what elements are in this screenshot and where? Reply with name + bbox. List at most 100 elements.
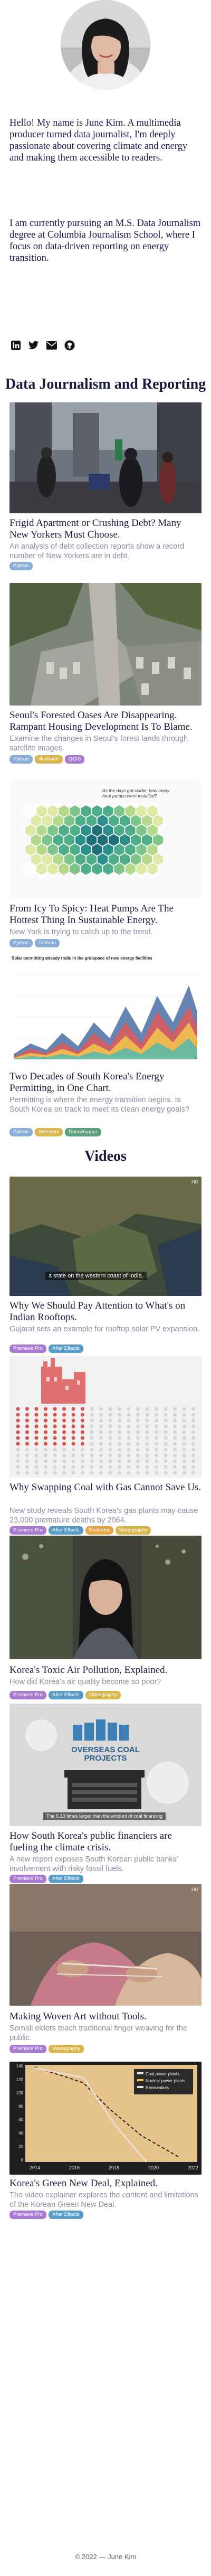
card-description: Somali elders teach traditional finger w… bbox=[9, 2024, 187, 2042]
card-title[interactable]: Why We Should Pay Attention to What's on… bbox=[9, 1300, 202, 1323]
linkedin-icon[interactable] bbox=[9, 339, 22, 352]
github-icon[interactable] bbox=[63, 339, 76, 352]
gray-dot bbox=[164, 1453, 168, 1458]
gray-dot bbox=[172, 1453, 177, 1458]
gray-dot bbox=[172, 1407, 177, 1411]
red-dot bbox=[62, 1407, 66, 1411]
gray-dot bbox=[154, 1459, 159, 1463]
gray-dot bbox=[164, 1418, 168, 1423]
gray-dot bbox=[117, 1436, 122, 1440]
gray-dot bbox=[90, 1459, 94, 1463]
gray-dot bbox=[53, 1471, 57, 1475]
card-title[interactable]: Making Woven Art without Tools. bbox=[9, 2011, 202, 2023]
card-thumbnail[interactable]: As the days got colder, how many heat pu… bbox=[9, 779, 202, 899]
card-title[interactable]: Why Swapping Coal with Gas Cannot Save U… bbox=[9, 1482, 202, 1493]
gray-dot bbox=[108, 1442, 112, 1446]
red-dot bbox=[80, 1442, 85, 1446]
card-title[interactable]: Korea's Green New Deal, Explained. bbox=[9, 2178, 202, 2189]
gray-dot bbox=[154, 1447, 159, 1452]
legend-label: Coal power plants bbox=[146, 2072, 179, 2076]
red-dot bbox=[71, 1436, 75, 1440]
card-thumbnail[interactable] bbox=[9, 583, 202, 706]
gray-dot bbox=[34, 1453, 39, 1458]
gray-dot bbox=[99, 1465, 103, 1469]
card-title[interactable]: Two Decades of South Korea's Energy Perm… bbox=[9, 1071, 202, 1094]
card-thumbnail[interactable] bbox=[9, 402, 202, 513]
gray-dot bbox=[99, 1442, 103, 1446]
gray-dot bbox=[90, 1407, 94, 1411]
red-dot bbox=[53, 1436, 57, 1440]
card-title[interactable]: Frigid Apartment or Crushing Debt? Many … bbox=[9, 518, 202, 541]
gray-dot bbox=[99, 1413, 103, 1417]
video-thumbnail[interactable] bbox=[9, 1356, 202, 1478]
gray-dot bbox=[136, 1453, 140, 1458]
gray-dot bbox=[154, 1453, 159, 1458]
gray-dot bbox=[99, 1424, 103, 1428]
twitter-icon[interactable] bbox=[27, 339, 40, 352]
card-title[interactable]: Seoul's Forested Oases Are Disappearing.… bbox=[9, 710, 202, 733]
video-thumbnail[interactable]: HD bbox=[9, 1884, 202, 2006]
video-thumbnail[interactable]: OVERSEAS COAL PROJECTS The 5.13 times la… bbox=[9, 1704, 202, 1826]
gray-dot bbox=[43, 1459, 48, 1463]
gray-dot bbox=[136, 1430, 140, 1434]
red-dot bbox=[71, 1430, 75, 1434]
legend-label: Renewables bbox=[146, 2085, 169, 2090]
area-chart-graphic bbox=[14, 974, 197, 1059]
gray-dot bbox=[127, 1413, 131, 1417]
red-dot bbox=[43, 1436, 48, 1440]
red-dot bbox=[34, 1430, 39, 1434]
gray-dot bbox=[164, 1465, 168, 1469]
tag: Illustrator bbox=[34, 755, 63, 764]
gray-dot bbox=[90, 1436, 94, 1440]
gray-dot bbox=[108, 1471, 112, 1475]
y-tick-label: 140 bbox=[16, 2064, 24, 2069]
tag: Premiere Pro bbox=[9, 2211, 46, 2219]
red-dot bbox=[62, 1442, 66, 1446]
red-dot bbox=[25, 1407, 30, 1411]
gray-dot bbox=[145, 1442, 149, 1446]
legend-label: Nuclear power plants bbox=[146, 2079, 185, 2083]
avatar bbox=[61, 0, 150, 90]
red-dot bbox=[16, 1413, 20, 1417]
card-description: An analysis of debt collection reports s… bbox=[9, 542, 185, 560]
gray-dot bbox=[53, 1453, 57, 1458]
gray-dot bbox=[90, 1424, 94, 1428]
gray-dot bbox=[117, 1459, 122, 1463]
red-dot bbox=[34, 1424, 39, 1428]
gray-dot bbox=[191, 1471, 196, 1475]
legend-swatch bbox=[137, 2079, 143, 2081]
gray-dot bbox=[191, 1413, 196, 1417]
permit-chart-title: Solar permitting already trails in the g… bbox=[12, 956, 152, 961]
video-thumbnail[interactable]: 0 20 40 60 80 100 120 140 2014 2016 2018 2020 2022 … bbox=[9, 2062, 202, 2175]
card-title[interactable]: Korea's Toxic Air Pollution, Explained. bbox=[9, 1665, 202, 1676]
gray-dot bbox=[164, 1442, 168, 1446]
hex-cell bbox=[46, 862, 59, 876]
card-title[interactable]: How South Korea's public financiers are … bbox=[9, 1830, 202, 1854]
gray-dot bbox=[99, 1407, 103, 1411]
card-title[interactable]: From Icy To Spicy: Heat Pumps Are The Ho… bbox=[9, 903, 202, 926]
gray-dot bbox=[145, 1447, 149, 1452]
hex-cell bbox=[124, 862, 137, 876]
red-dot bbox=[34, 1442, 39, 1446]
gray-dot bbox=[154, 1442, 159, 1446]
gray-dot bbox=[43, 1465, 48, 1469]
video-thumbnail[interactable]: HD a state on the western coast of India… bbox=[9, 1177, 202, 1296]
card-thumbnail[interactable]: Solar permitting already trails in the g… bbox=[9, 954, 202, 1067]
gray-dot bbox=[127, 1418, 131, 1423]
email-icon[interactable] bbox=[45, 339, 58, 352]
gray-dot bbox=[90, 1465, 94, 1469]
red-dot bbox=[80, 1418, 85, 1423]
gray-dot bbox=[191, 1465, 196, 1469]
hex-cell bbox=[113, 862, 126, 876]
intro-paragraph-2: I am currently pursuing an M.S. Data Jou… bbox=[9, 218, 201, 264]
gray-dot bbox=[145, 1430, 149, 1434]
gray-dot bbox=[34, 1447, 39, 1452]
gray-dot bbox=[127, 1459, 131, 1463]
card-description: A new report exposes South Korean public… bbox=[9, 1855, 178, 1873]
gray-dot bbox=[145, 1453, 149, 1458]
gray-dot bbox=[136, 1471, 140, 1475]
gray-dot bbox=[99, 1459, 103, 1463]
red-dot bbox=[53, 1424, 57, 1428]
video-thumbnail[interactable] bbox=[9, 1536, 202, 1659]
gray-dot bbox=[182, 1424, 186, 1428]
